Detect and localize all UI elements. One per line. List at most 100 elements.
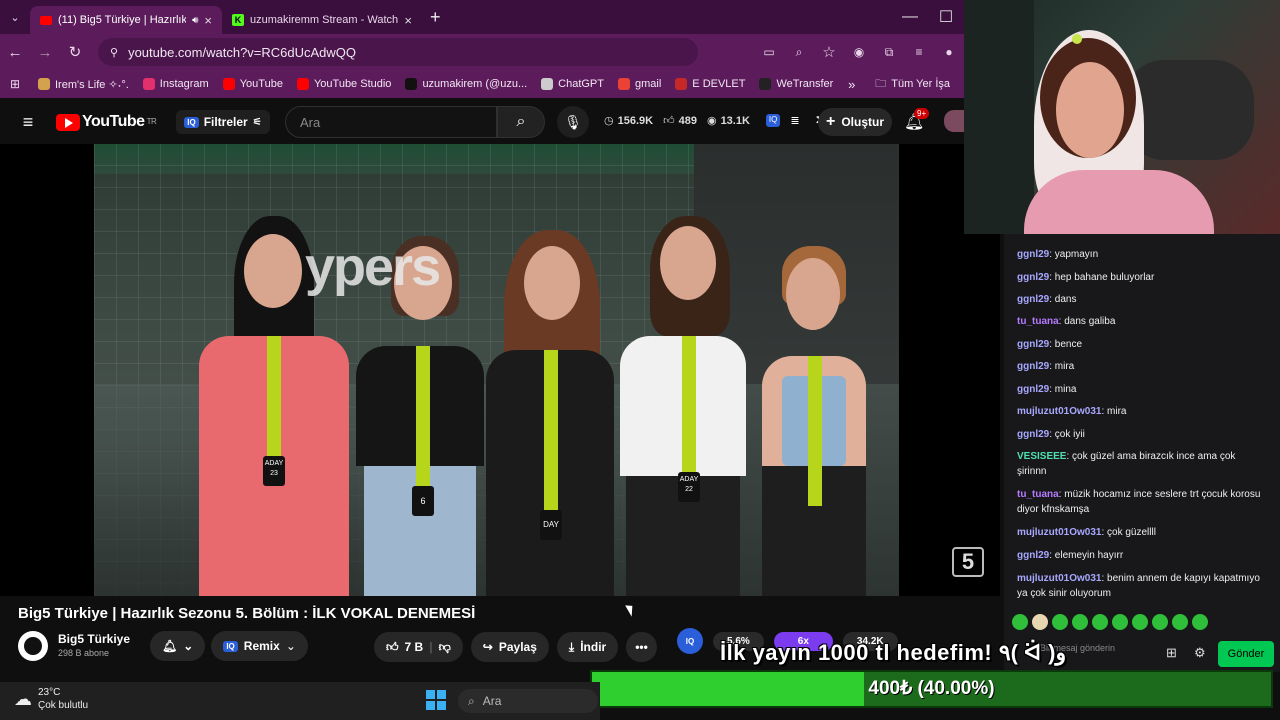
apps-grid-icon[interactable]: ⊞ [0, 77, 30, 91]
bookmark-item[interactable]: Irem's Life ✧˖°. [38, 78, 129, 91]
search-button[interactable]: ⌕ [497, 106, 545, 138]
send-button[interactable]: Gönder [1218, 641, 1274, 667]
contestant-4: ADAY 22 [620, 216, 750, 596]
youtube-logo[interactable]: YouTube TR [56, 113, 157, 131]
notifications-button[interactable]: 🔔︎ 9+ [904, 108, 930, 132]
emote-icon[interactable] [1072, 614, 1088, 630]
zoom-icon[interactable]: ⌕ [784, 45, 814, 60]
contestant-badge: DAY [540, 510, 562, 540]
thumbs-down-icon[interactable]: 👎︎ [439, 640, 451, 655]
emote-icon[interactable] [1012, 614, 1028, 630]
profile-icon[interactable]: ● [934, 45, 964, 59]
chat-message: ggnl29: çok iyii [1017, 429, 1085, 440]
url-text: youtube.com/watch?v=RC6dUcAdwQQ [128, 44, 357, 60]
windows-start-icon[interactable] [426, 690, 446, 710]
audio-icon[interactable]: 🔊︎ [192, 15, 198, 26]
extensions-icon[interactable]: ⧉ [874, 45, 904, 60]
tab-kick[interactable]: K uzumakiremm Stream - Watch × [222, 6, 422, 34]
chat-username[interactable]: ggnl29 [1017, 294, 1049, 305]
voice-search-button[interactable]: 🎙︎ [557, 106, 589, 138]
star-icon[interactable]: ☆ [814, 43, 844, 61]
back-icon[interactable]: ← [0, 44, 30, 61]
bookmark-item[interactable]: E DEVLET [675, 78, 745, 91]
site-info-icon[interactable]: ⚲ [110, 46, 118, 59]
search-input[interactable]: Ara [285, 106, 497, 138]
emote-icon[interactable] [1092, 614, 1108, 630]
new-tab-button[interactable]: + [430, 7, 441, 28]
bookmark-item[interactable]: WeTransfer [759, 78, 833, 91]
channel-avatar[interactable] [18, 631, 48, 661]
chat-username[interactable]: ggnl29 [1017, 272, 1049, 283]
download-button[interactable]: ⤓ İndir [556, 632, 619, 662]
account-avatar[interactable] [944, 110, 964, 132]
settings-icon[interactable]: ⚙ [1194, 645, 1206, 661]
bookmark-item[interactable]: uzumakirem (@uzu... [405, 78, 527, 91]
url-input[interactable]: ⚲ youtube.com/watch?v=RC6dUcAdwQQ [98, 38, 698, 66]
reload-icon[interactable]: ↻ [60, 43, 90, 61]
cast-icon[interactable]: ▭ [754, 45, 784, 59]
share-button[interactable]: ↪ Paylaş [470, 632, 549, 662]
more-bookmarks-icon[interactable]: » [848, 77, 855, 92]
menu-icon[interactable]: ≡ [0, 112, 56, 133]
emote-icon[interactable] [1052, 614, 1068, 630]
close-tab-icon[interactable]: × [204, 13, 212, 28]
emote-icon[interactable] [1172, 614, 1188, 630]
filters-button[interactable]: IQ Filtreler ⚟ [176, 110, 270, 134]
bookmark-item[interactable]: gmail [618, 78, 661, 91]
chat-username[interactable]: ggnl29 [1017, 429, 1049, 440]
emote-icon[interactable] [1192, 614, 1208, 630]
create-button[interactable]: + Oluştur [818, 108, 892, 136]
chat-message: ggnl29: hep bahane buluyorlar [1017, 272, 1155, 283]
emote-icon[interactable] [1132, 614, 1148, 630]
iq-icon[interactable]: IQ [765, 114, 781, 127]
tab-search-icon[interactable]: ⌄ [0, 11, 30, 24]
chat-text: mina [1054, 384, 1077, 395]
chat-username[interactable]: VESISEEE [1017, 451, 1066, 462]
bookmark-item[interactable]: ChatGPT [541, 78, 604, 91]
tab-title: (11) Big5 Türkiye | Hazırlık S [58, 14, 187, 26]
chat-text: dans [1054, 294, 1077, 305]
like-dislike-button[interactable]: 👍︎ 7 B | 👎︎ [374, 632, 463, 662]
chat-username[interactable]: mujluzut01Ow031 [1017, 573, 1101, 584]
forward-icon[interactable]: → [30, 44, 60, 61]
emote-icon[interactable] [1112, 614, 1128, 630]
more-actions-button[interactable]: ••• [626, 632, 657, 662]
chat-username[interactable]: mujluzut01Ow031 [1017, 406, 1101, 417]
chat-text: hep bahane buluyorlar [1054, 272, 1155, 283]
emote-icon[interactable] [1152, 614, 1168, 630]
tab-youtube[interactable]: (11) Big5 Türkiye | Hazırlık S 🔊︎ × [30, 6, 222, 34]
bookmark-favicon-icon [541, 78, 554, 90]
minimize-icon[interactable]: — [892, 8, 928, 26]
chat-username[interactable]: tu_tuana [1017, 489, 1059, 500]
maximize-icon[interactable]: ☐ [928, 7, 964, 27]
media-icon[interactable]: ≡ [904, 45, 934, 59]
taskbar-search[interactable]: ⌕ Ara [458, 689, 598, 713]
thumbs-up-icon[interactable]: 👍︎ [386, 640, 399, 655]
chat-username[interactable]: ggnl29 [1017, 249, 1049, 260]
chat-username[interactable]: ggnl29 [1017, 550, 1049, 561]
chat-text: mira [1054, 361, 1075, 372]
screenshot-icon[interactable]: ◉ [844, 45, 874, 59]
chat-username[interactable]: ggnl29 [1017, 384, 1049, 395]
subscribe-bell-button[interactable]: 🔔︎ ⌄ [150, 631, 206, 661]
list-icon[interactable]: ≣ [790, 114, 799, 127]
bookmark-item[interactable]: YouTube Studio [296, 78, 391, 91]
emote-icon[interactable] [1032, 614, 1048, 630]
close-tab-icon[interactable]: × [404, 13, 412, 28]
channel-name[interactable]: Big5 Türkiye [58, 632, 130, 646]
remix-button[interactable]: IQ Remix ⌄ [211, 631, 308, 661]
gift-icon[interactable]: ⊞ [1166, 645, 1177, 661]
iq-icon[interactable]: IQ [677, 628, 703, 654]
kick-favicon-icon: K [232, 14, 244, 26]
video-frame[interactable]: ADAY 23 6 DAY ADAY 22 [94, 144, 899, 596]
chat-username[interactable]: mujluzut01Ow031 [1017, 527, 1101, 538]
weather-widget[interactable]: ☁ 23°C Çok bulutlu [14, 686, 88, 712]
bookmark-item[interactable]: YouTube [222, 78, 283, 91]
chat-message: ggnl29: bence [1017, 339, 1083, 350]
chat-username[interactable]: ggnl29 [1017, 361, 1049, 372]
bookmark-item[interactable]: Instagram [142, 78, 209, 91]
plus-icon: + [825, 113, 836, 130]
chat-username[interactable]: ggnl29 [1017, 339, 1049, 350]
bookmarks-folder[interactable]: 🗀︎ Tüm Yer İşa [875, 75, 950, 94]
chat-username[interactable]: tu_tuana [1017, 316, 1059, 327]
